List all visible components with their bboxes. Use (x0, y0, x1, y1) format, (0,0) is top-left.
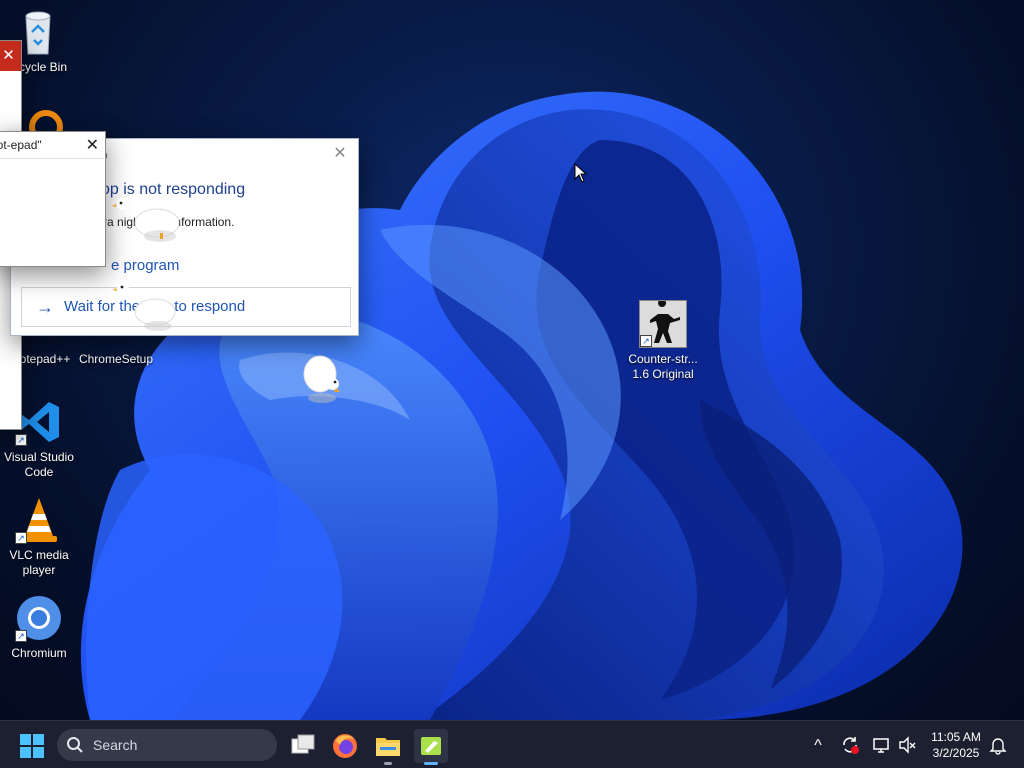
shortcut-arrow-icon: ↗ (15, 434, 27, 446)
windows-logo-icon (20, 734, 44, 758)
shortcut-arrow-icon: ↗ (640, 335, 652, 347)
active-indicator (424, 762, 438, 765)
notifications-button[interactable] (988, 735, 1008, 755)
network-icon (873, 738, 889, 753)
close-icon: ✕ (2, 47, 15, 64)
title-divider (0, 158, 104, 159)
task-view-icon (291, 734, 315, 754)
close-icon: ✕ (85, 137, 99, 154)
sync-icon (843, 737, 859, 754)
show-hidden-icons-button[interactable]: ^ (808, 735, 828, 755)
taskbar-file-explorer[interactable] (371, 729, 405, 765)
taskbar-active-app[interactable] (414, 729, 448, 765)
chevron-up-icon: ^ (814, 737, 822, 754)
shortcut-arrow-icon: ↗ (15, 630, 27, 642)
folder-icon (376, 738, 400, 756)
chromium-icon: ↗ (15, 594, 63, 642)
counter-strike-icon: ↗ (639, 299, 687, 348)
notepad-window-close-button[interactable]: ✕ (86, 135, 99, 155)
search-icon (67, 737, 83, 753)
icon-label: Chromium (11, 646, 67, 660)
firefox-icon (333, 734, 357, 758)
search-label: Search (93, 737, 138, 753)
notepad-window-title: lot-epad" (0, 138, 42, 152)
running-indicator (384, 762, 392, 765)
notepad-window[interactable]: lot-epad" ✕ (0, 131, 106, 267)
taskbar-firefox[interactable] (328, 729, 362, 763)
vlc-icon: ↗ (15, 496, 63, 544)
dialog-close-button[interactable]: ✕ (328, 143, 352, 165)
task-view-button[interactable] (286, 729, 320, 763)
icon-vlc[interactable]: ↗ VLC media player (0, 496, 78, 578)
arrow-right-icon: → (36, 297, 54, 317)
clock-date: 3/2/2025 (932, 746, 980, 760)
goose-sprite (303, 355, 340, 403)
goose-sprite (113, 282, 176, 331)
dialog-heading: op is not responding (101, 181, 246, 198)
close-program-option[interactable]: e program (111, 257, 179, 274)
icon-label: Visual Studio Code (4, 450, 74, 479)
start-button[interactable] (20, 734, 44, 758)
icon-counter-strike[interactable]: ↗ Counter-str... 1.6 Original (624, 299, 702, 382)
wait-for-program-button[interactable]: → Wait for the ram to respond (21, 287, 351, 327)
left-window-close-button[interactable]: ✕ (0, 41, 21, 71)
taskbar-search-box[interactable]: Search (57, 729, 277, 761)
icon-orange-app[interactable] (20, 105, 68, 144)
clock[interactable]: 11:05 AM 3/2/2025 (928, 729, 984, 761)
notification-bell-icon (989, 738, 1007, 755)
clock-time: 11:05 AM (931, 730, 981, 744)
icon-chromium[interactable]: ↗ Chromium (0, 594, 78, 661)
volume-muted-icon (899, 736, 916, 754)
network-button[interactable] (871, 735, 891, 755)
shortcut-arrow-icon: ↗ (15, 532, 27, 544)
icon-label: ChromeSetup (78, 352, 154, 366)
mouse-cursor-icon (574, 163, 588, 183)
vscode-icon: ↗ (15, 398, 63, 446)
app-icon (421, 737, 441, 755)
volume-button[interactable] (897, 735, 917, 755)
goose-sprite (112, 198, 180, 242)
taskbar: Search ^ 11:05 AM 3/2/2025 (0, 720, 1024, 768)
sync-status-button[interactable] (840, 735, 860, 755)
icon-label: Counter-str... 1.6 Original (628, 352, 698, 381)
icon-label: VLC media player (9, 548, 69, 577)
close-icon: ✕ (333, 145, 347, 162)
